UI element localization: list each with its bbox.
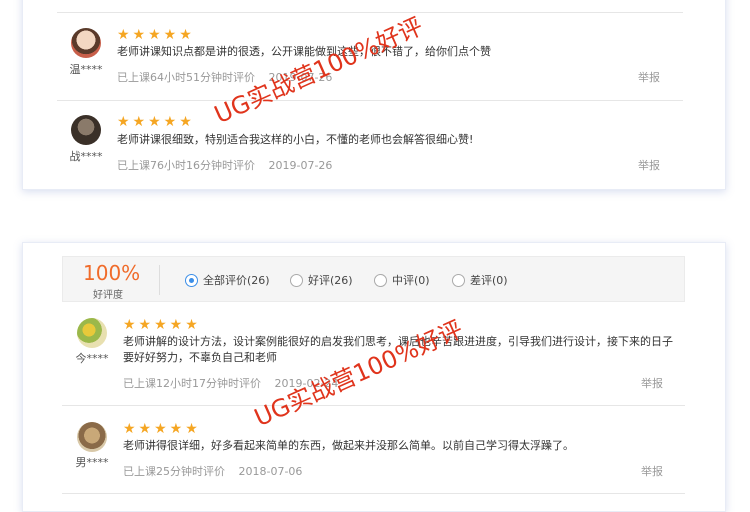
positive-rate: 100% [83, 261, 141, 285]
filter-negative-label: 差评(0) [470, 274, 508, 287]
review-studied: 已上课64小时51分钟时评价 [117, 71, 255, 84]
review-username: 温**** [69, 63, 103, 76]
filter-neutral[interactable]: 中评(0) [374, 272, 430, 288]
avatar[interactable] [77, 422, 107, 452]
filter-positive[interactable]: 好评(26) [290, 272, 353, 288]
review-studied: 已上课25分钟时评价 [123, 465, 225, 478]
review-username: 男**** [75, 456, 109, 469]
avatar[interactable] [71, 28, 101, 58]
filter-negative[interactable]: 差评(0) [452, 272, 508, 288]
report-link[interactable]: 举报 [638, 69, 660, 85]
divider [57, 100, 683, 101]
filter-all-label: 全部评价(26) [203, 274, 270, 287]
divider [57, 12, 683, 13]
report-link[interactable]: 举报 [638, 157, 660, 173]
review-date: 2019-07-26 [268, 159, 333, 172]
review-meta: 已上课25分钟时评价 2018-07-06 [123, 463, 312, 479]
divider [62, 493, 685, 494]
avatar[interactable] [71, 115, 101, 145]
review-date: 2018-07-06 [238, 465, 303, 478]
filter-all[interactable]: 全部评价(26) [185, 272, 270, 288]
review-studied: 已上课76小时16分钟时评价 [117, 159, 255, 172]
filter-positive-label: 好评(26) [308, 274, 353, 287]
review-stars: ★★★★★ [117, 27, 195, 43]
review-text: 老师讲课很细致，特别适合我这样的小白，不懂的老师也会解答很细心赞! [117, 133, 474, 146]
review-studied: 已上课12小时17分钟时评价 [123, 377, 261, 390]
radio-selected-icon[interactable] [185, 273, 198, 287]
review-username: 战**** [69, 150, 103, 163]
radio-icon[interactable] [374, 273, 387, 287]
review-stars: ★★★★★ [123, 421, 201, 437]
summary-separator [159, 265, 160, 295]
review-username: 今**** [75, 352, 109, 365]
review-stars: ★★★★★ [117, 114, 195, 130]
filter-neutral-label: 中评(0) [392, 274, 430, 287]
radio-icon[interactable] [452, 273, 465, 287]
review-stars: ★★★★★ [123, 317, 201, 333]
review-text: 老师讲得很详细，好多看起来简单的东西，做起来并没那么简单。以前自己学习得太浮躁了… [123, 439, 574, 452]
radio-icon[interactable] [290, 273, 303, 287]
divider [62, 405, 685, 406]
review-meta: 已上课76小时16分钟时评价 2019-07-26 [117, 157, 342, 173]
avatar[interactable] [77, 318, 107, 348]
positive-rate-label: 好评度 [93, 290, 123, 301]
report-link[interactable]: 举报 [641, 463, 663, 479]
report-link[interactable]: 举报 [641, 375, 663, 391]
rating-summary: 100% 好评度 全部评价(26) 好评(26) 中评(0) 差评(0) [62, 256, 685, 302]
